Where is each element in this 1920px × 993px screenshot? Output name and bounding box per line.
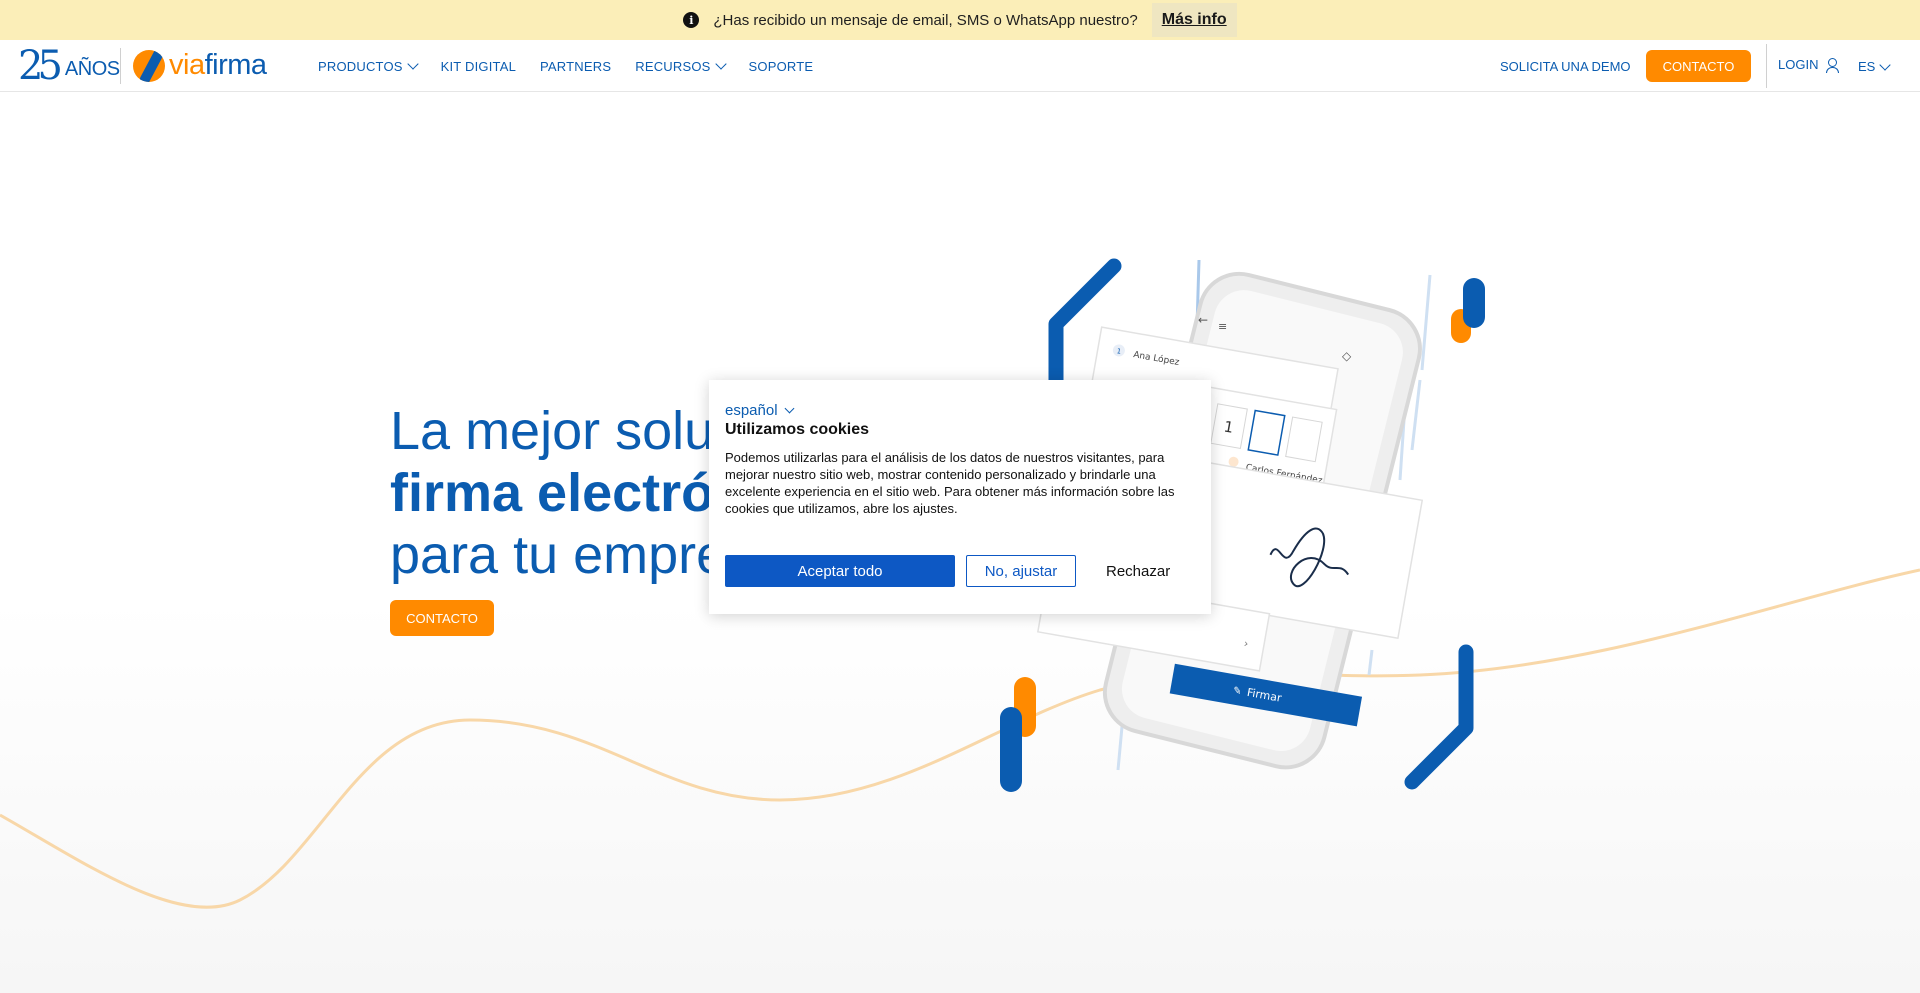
adjust-settings-button[interactable]: No, ajustar — [966, 555, 1076, 587]
nav-item-kit-digital[interactable]: KIT DIGITAL — [441, 59, 516, 74]
chevron-down-icon — [784, 403, 794, 414]
cookie-consent-dialog: español Utilizamos cookies Podemos utili… — [709, 380, 1211, 614]
anniversary-word: AÑOS — [64, 57, 120, 80]
chevron-down-icon — [1879, 58, 1892, 71]
hero-contact-button[interactable]: CONTACTO — [390, 600, 494, 636]
svg-text:≡: ≡ — [1218, 320, 1227, 333]
cookie-actions: Aceptar todo No, ajustar Rechazar — [725, 555, 1170, 587]
login-link[interactable]: LOGIN — [1778, 57, 1840, 73]
header-divider — [1766, 44, 1767, 88]
anniversary-number: 25 — [18, 43, 63, 89]
more-info-link[interactable]: Más info — [1151, 3, 1237, 37]
accept-all-button[interactable]: Aceptar todo — [725, 555, 955, 587]
announcement-text: ¿Has recibido un mensaje de email, SMS o… — [713, 11, 1138, 29]
cookie-description: Podemos utilizarlas para el análisis de … — [725, 450, 1175, 516]
cookie-language-selector[interactable]: español — [725, 402, 1195, 419]
announcement-bar: i ¿Has recibido un mensaje de email, SMS… — [0, 0, 1920, 40]
nav-item-recursos[interactable]: RECURSOS — [635, 58, 727, 74]
chevron-down-icon — [714, 58, 727, 70]
viafirma-logo[interactable]: viafirma — [133, 49, 267, 82]
contact-button[interactable]: CONTACTO — [1646, 50, 1751, 82]
reject-button[interactable]: Rechazar — [1106, 563, 1170, 580]
anniversary-logo[interactable]: 25 AÑOS — [18, 43, 120, 89]
request-demo-link[interactable]: SOLICITA UNA DEMO — [1500, 59, 1631, 74]
nav-item-partners[interactable]: PARTNERS — [540, 59, 611, 74]
logo-divider — [120, 48, 121, 84]
nav-item-productos[interactable]: PRODUCTOS — [318, 58, 419, 74]
chevron-down-icon — [406, 58, 419, 70]
main-nav: PRODUCTOS KIT DIGITAL PARTNERS RECURSOS … — [318, 40, 813, 92]
hero-title-line1: La mejor solu — [390, 401, 715, 461]
user-icon — [1826, 57, 1840, 73]
viafirma-wordmark: viafirma — [169, 49, 267, 81]
nav-item-soporte[interactable]: SOPORTE — [749, 59, 814, 74]
svg-text:◇: ◇ — [1342, 349, 1352, 363]
cookie-title: Utilizamos cookies — [725, 421, 870, 438]
viafirma-mark-icon — [133, 49, 165, 82]
site-header: 25 AÑOS viafirma PRODUCTOS KIT DIGITAL P… — [0, 40, 1920, 92]
hero-title-line3: para tu empre — [390, 525, 727, 585]
info-icon: i — [683, 12, 700, 28]
hero-title: La mejor solu firma electró para tu empr… — [390, 400, 726, 586]
language-selector[interactable]: ES — [1858, 58, 1892, 74]
hero-title-line2: firma electró — [390, 463, 715, 523]
svg-text:←: ← — [1198, 313, 1208, 327]
